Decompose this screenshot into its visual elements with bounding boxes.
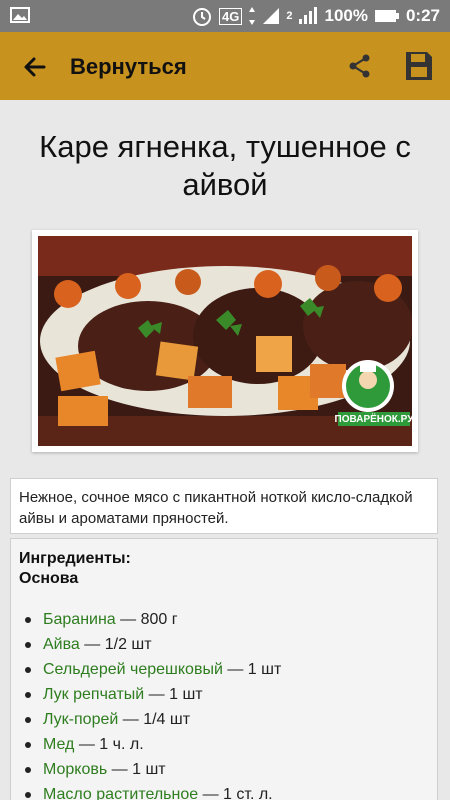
battery-icon [374,10,399,22]
save-icon [406,52,432,80]
ingredient-amount: — 1 шт [144,686,203,703]
recipe-scroll-area[interactable]: Каре ягненка, тушенное с айвой ПОВАРЁНОК… [0,100,450,800]
ingredient-amount: — 1/2 шт [79,636,152,653]
signal-icon [263,8,280,24]
ingredient-amount: — 1 ст. л. [198,786,273,800]
network-type-label: 4G [219,7,243,25]
ingredient-link[interactable]: Лук-порей [43,711,118,728]
ingredients-heading: Ингредиенты: [19,550,131,567]
ingredient-link[interactable]: Баранина [43,611,116,628]
photo-watermark: ПОВАРЁНОК.РУ [335,412,412,425]
ingredients-section: Ингредиенты: Основа Баранина — 800 г Айв… [10,538,438,800]
ingredient-amount: — 1 шт [222,661,282,678]
ingredient-item: Лук репчатый — 1 шт [19,682,429,707]
ingredient-item: Сельдерей черешковый — 1 шт [19,657,429,682]
ingredient-item: Баранина — 800 г [19,607,429,632]
app-bar: Вернуться [0,32,450,100]
ingredient-link[interactable]: Морковь [43,761,107,778]
ingredient-link[interactable]: Сельдерей черешковый [43,661,223,678]
recipe-photo: ПОВАРЁНОК.РУ [38,236,412,446]
ingredient-link[interactable]: Мед [43,736,74,753]
ingredient-item: Лук-порей — 1/4 шт [19,707,429,732]
ingredient-amount: — 1/4 шт [118,711,191,728]
recipe-photo-frame[interactable]: ПОВАРЁНОК.РУ [32,230,418,452]
signal-bars-icon [299,7,318,24]
back-label[interactable]: Вернуться [70,54,187,80]
recipe-title: Каре ягненка, тушенное с айвой [39,129,411,202]
ingredient-amount: — 1 ч. л. [74,736,144,753]
share-button[interactable] [346,52,374,80]
arrow-left-icon [24,57,46,77]
share-icon [349,54,370,78]
ingredient-link[interactable]: Айва [43,636,80,653]
alarm-icon [193,8,212,26]
recipe-description: Нежное, сочное мясо с пикантной ноткой к… [10,478,438,534]
ingredient-item: Масло растительное — 1 ст. л. [19,782,429,800]
save-button[interactable] [404,50,434,82]
ingredient-item: Айва — 1/2 шт [19,632,429,657]
clock: 0:27 [405,6,440,25]
status-bar: 4G 2 100% 0:27 [0,0,450,32]
ingredients-list: Баранина — 800 г Айва — 1/2 шт Сельдерей… [19,607,429,800]
ingredient-amount: — 1 шт [107,761,166,778]
ingredient-link[interactable]: Лук репчатый [43,686,144,703]
gallery-notification-icon [10,6,30,29]
section-heading: Основа [19,570,79,587]
battery-percent: 100% [324,6,368,25]
ingredient-item: Мед — 1 ч. л. [19,732,429,757]
ingredient-item: Морковь — 1 шт [19,757,429,782]
data-arrows-icon [249,7,256,25]
ingredient-link[interactable]: Масло растительное [43,786,198,800]
sim-number: 2 [286,10,293,22]
ingredient-amount: — 800 г [115,611,178,628]
back-button[interactable] [20,52,50,82]
